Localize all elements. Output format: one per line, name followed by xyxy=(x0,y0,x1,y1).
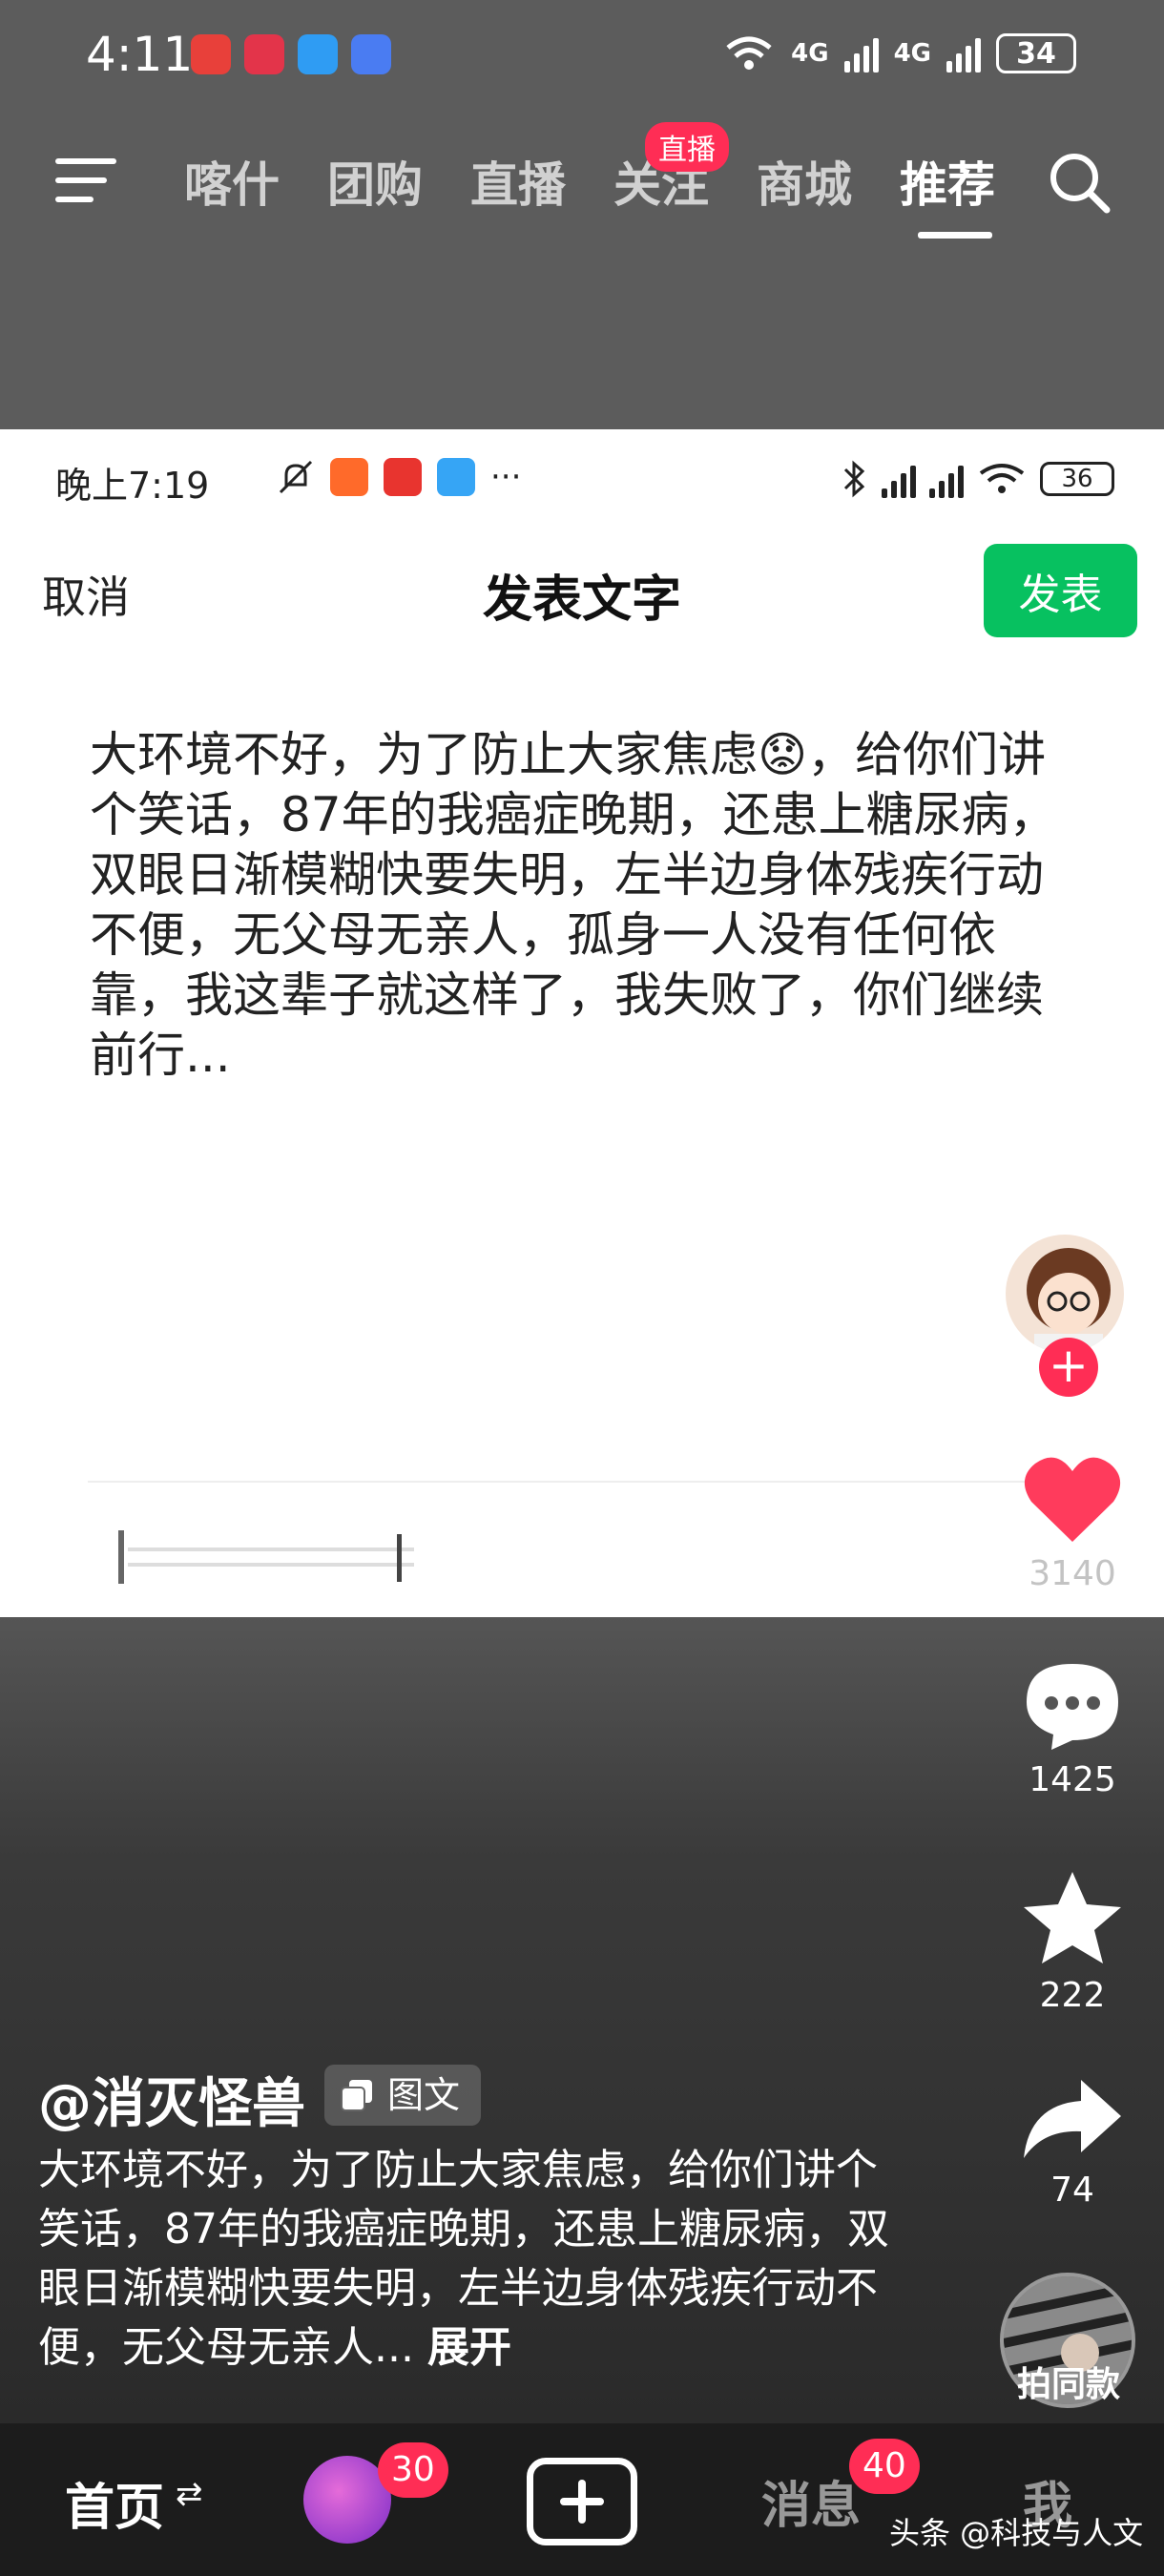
like-action[interactable]: 3140 xyxy=(996,1450,1149,1593)
mail-app-icon xyxy=(244,34,284,74)
post-image[interactable]: 晚上7:19 ··· 36 取消 发表文字 发表 大环境不好，为了防止大家焦虑😟… xyxy=(0,429,1164,1617)
tab-mall[interactable]: 商城 xyxy=(733,147,876,216)
favorite-action[interactable]: 222 xyxy=(996,1868,1149,2015)
compose-body-text: 大环境不好，为了防止大家焦虑😟，给你们讲个笑话，87年的我癌症晚期，还患上糖尿病… xyxy=(90,727,1057,1083)
live-badge: 直播 xyxy=(645,122,729,172)
app-icon xyxy=(384,458,422,496)
inner-signal-icon xyxy=(882,460,916,498)
status-bar: 4:11 4G 4G 34 xyxy=(0,0,1164,114)
signal-icon-2 xyxy=(946,34,981,73)
battery-indicator: 34 xyxy=(996,33,1076,73)
messages-badge: 40 xyxy=(849,2439,920,2494)
status-time: 4:11 xyxy=(86,27,194,82)
heart-icon xyxy=(1024,1457,1121,1542)
feed-tabs: 喀什 团购 直播 关注 商城 推荐 xyxy=(160,147,1019,239)
post-type-label: 图文 xyxy=(387,2074,461,2116)
more-indicator: ··· xyxy=(490,458,522,496)
signal-icon xyxy=(843,34,879,73)
network-label: 4G xyxy=(791,39,829,68)
publish-button: 发表 xyxy=(984,544,1137,637)
music-app-icon xyxy=(351,34,391,74)
status-indicators: 4G 4G 34 xyxy=(722,32,1076,74)
follow-button[interactable]: + xyxy=(1039,1338,1098,1397)
nav-home[interactable]: 首页 xyxy=(65,2467,164,2539)
same-style-label[interactable]: 拍同款 xyxy=(992,2357,1145,2406)
app-icon xyxy=(330,458,368,496)
app-icon xyxy=(437,458,475,496)
tab-local[interactable]: 喀什 xyxy=(160,147,303,216)
bluetooth-icon xyxy=(843,460,865,498)
mute-icon xyxy=(279,460,313,494)
expand-button[interactable]: 展开 xyxy=(427,2323,511,2372)
post-type-badge: 图文 xyxy=(324,2065,482,2126)
inner-battery: 36 xyxy=(1040,462,1114,496)
top-nav: 喀什 团购 直播 关注 商城 推荐 直播 xyxy=(0,114,1164,429)
favorite-count: 222 xyxy=(1039,1976,1106,2015)
menu-icon[interactable] xyxy=(55,155,116,208)
inner-status-time: 晚上7:19 xyxy=(55,465,210,507)
inner-status-right: 36 xyxy=(840,458,1114,500)
inner-wifi-icon xyxy=(979,464,1025,493)
author-handle[interactable]: @消灭怪兽 xyxy=(38,2061,305,2138)
huawei-app-icon xyxy=(191,34,231,74)
tab-recommend[interactable]: 推荐 xyxy=(876,147,1019,239)
share-action[interactable]: 74 xyxy=(996,2076,1149,2210)
search-icon[interactable] xyxy=(1046,149,1112,216)
tab-live[interactable]: 直播 xyxy=(447,147,590,216)
create-post-button[interactable] xyxy=(527,2458,637,2545)
divider xyxy=(88,1481,1070,1483)
text-cursor xyxy=(118,1530,414,1584)
friends-badge: 30 xyxy=(378,2442,448,2498)
share-count: 74 xyxy=(1050,2171,1094,2210)
comment-icon xyxy=(1027,1664,1118,1750)
network-label-2: 4G xyxy=(893,39,931,68)
plus-icon xyxy=(560,2480,604,2524)
watermark: 头条 @科技与人文 xyxy=(889,2515,1144,2551)
nav-messages[interactable]: 消息 xyxy=(761,2465,861,2537)
inner-signal-icon-2 xyxy=(929,460,964,498)
comment-count: 1425 xyxy=(1029,1760,1116,1799)
caption[interactable]: 大环境不好，为了防止大家焦虑，给你们讲个笑话，87年的我癌症晚期，还患上糖尿病，… xyxy=(38,2141,897,2378)
status-app-icons xyxy=(191,34,391,74)
like-count: 3140 xyxy=(1029,1554,1116,1593)
image-text-icon xyxy=(341,2080,372,2111)
share-arrow-icon xyxy=(1024,2080,1121,2158)
browser-app-icon xyxy=(298,34,338,74)
comment-action[interactable]: 1425 xyxy=(996,1660,1149,1799)
home-switch-icon[interactable]: ⇄ xyxy=(176,2475,203,2513)
tab-group-buy[interactable]: 团购 xyxy=(303,147,447,216)
wifi-icon xyxy=(726,36,772,70)
inner-status-icons: ··· xyxy=(277,458,521,496)
bottom-nav: 首页 ⇄ 30 消息 40 我 头条 @科技与人文 xyxy=(0,2423,1164,2576)
star-icon xyxy=(1024,1872,1121,1963)
